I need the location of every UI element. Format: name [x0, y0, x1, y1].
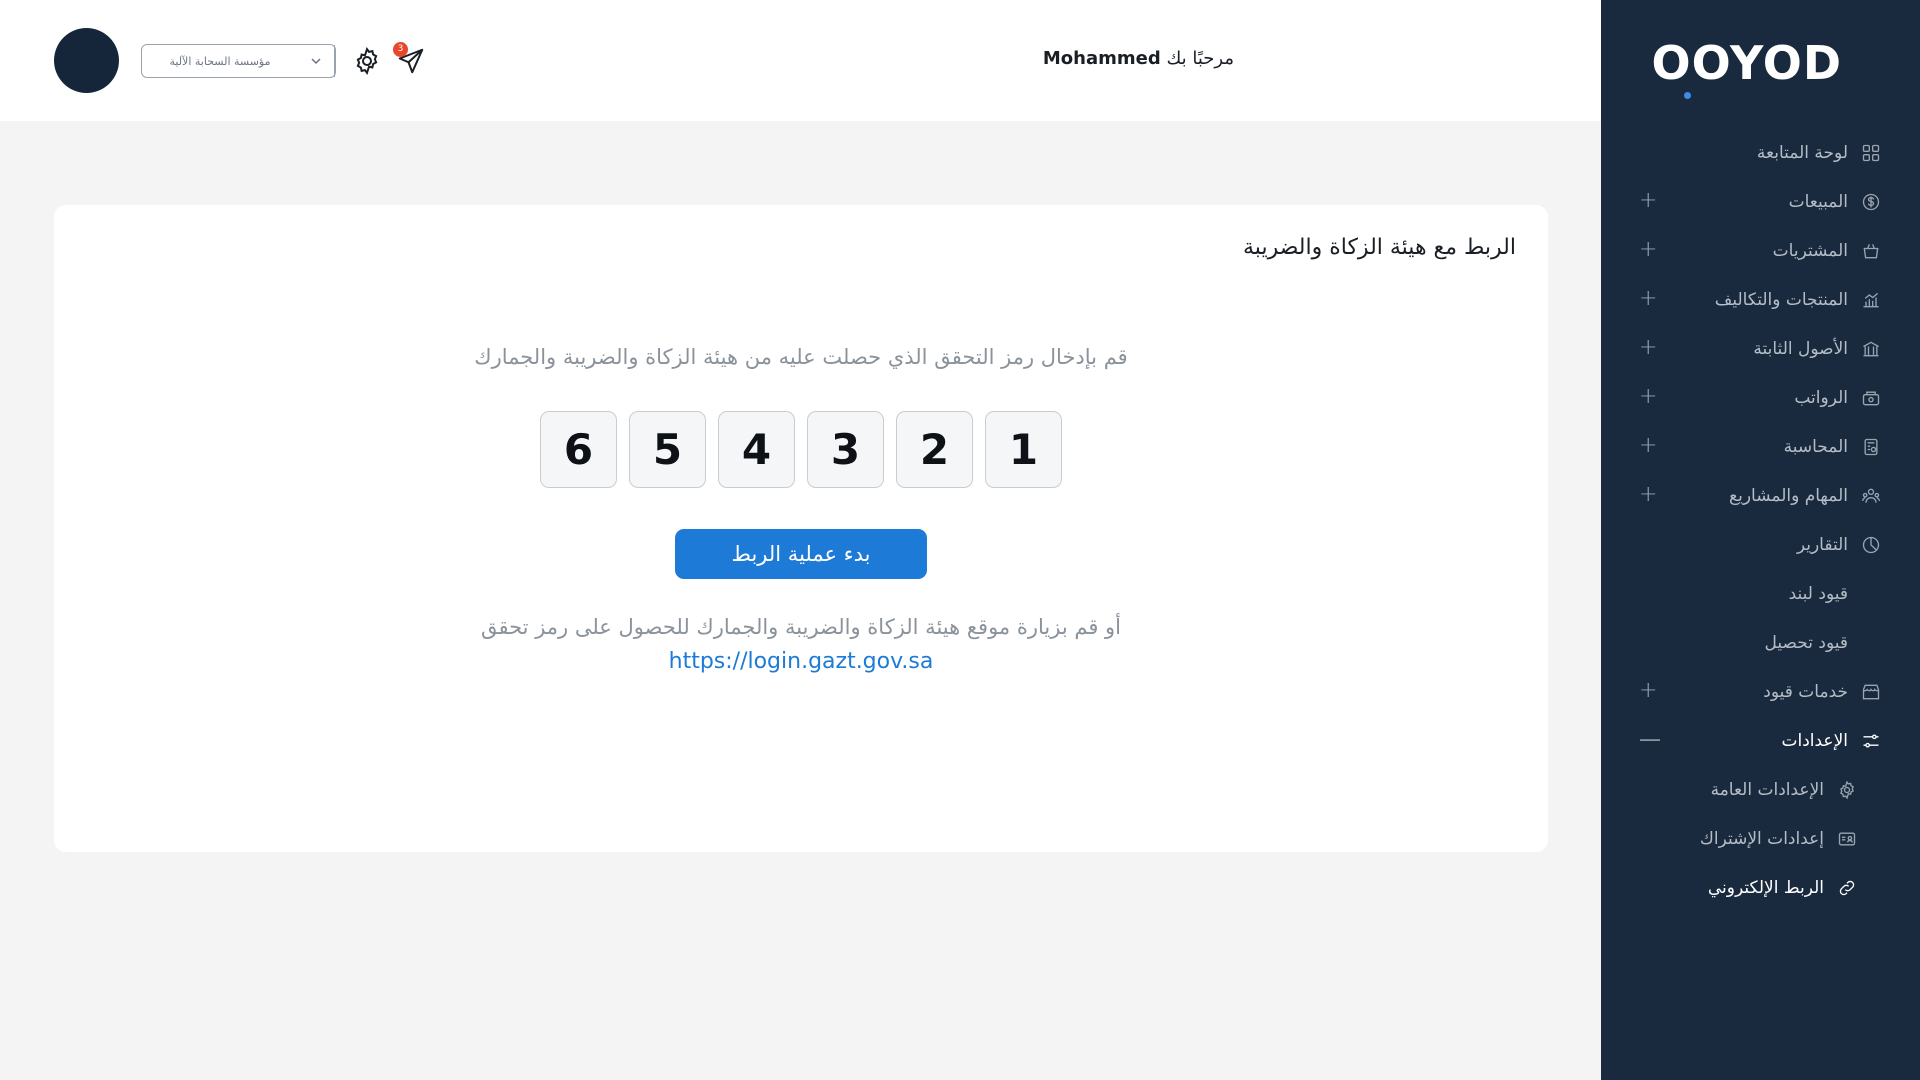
top-header: مؤسسة السحابة الآلية 3 مرحبًا بك Mohamme… [0, 0, 1601, 121]
sidebar-subitem-label: الربط الإلكتروني [1707, 877, 1824, 898]
page-title: الربط مع هيئة الزكاة والضريبة [1243, 235, 1516, 260]
products-icon [1860, 289, 1882, 311]
plus-icon[interactable]: + [1639, 189, 1657, 213]
user-name: Mohammed [1042, 48, 1161, 69]
otp-digit-1[interactable]: 1 [985, 411, 1062, 488]
store-icon [1860, 681, 1882, 703]
sidebar-subitem-e-integration[interactable]: الربط الإلكتروني [1601, 863, 1920, 912]
building-icon [1860, 338, 1882, 360]
sidebar-item-accounting[interactable]: المحاسبة + [1601, 422, 1920, 471]
id-card-icon [1836, 828, 1858, 850]
sidebar-item-label: قيود لبند [1788, 583, 1848, 604]
sidebar-item-reports[interactable]: التقارير [1601, 520, 1920, 569]
sidebar-item-salaries[interactable]: الرواتب + [1601, 373, 1920, 422]
chevron-down-icon[interactable] [298, 45, 335, 77]
zatca-connection-card: الربط مع هيئة الزكاة والضريبة قم بإدخال … [54, 205, 1548, 852]
plus-icon[interactable]: + [1639, 287, 1657, 311]
sidebar-subitem-label: الإعدادات العامة [1710, 779, 1824, 800]
sidebar-item-label: الأصول الثابتة [1753, 338, 1848, 359]
zatca-login-link-row: https://login.gazt.gov.sa [54, 649, 1548, 674]
sidebar-item-label: الإعدادات [1781, 730, 1848, 751]
sidebar-item-dashboard[interactable]: لوحة المتابعة [1601, 128, 1920, 177]
sidebar-item-sales[interactable]: المبيعات + [1601, 177, 1920, 226]
salary-icon [1860, 387, 1882, 409]
dashboard-icon [1860, 142, 1882, 164]
start-connection-button[interactable]: بدء عملية الربط [675, 529, 927, 579]
gear-icon [1836, 779, 1858, 801]
sidebar-item-fixed-assets[interactable]: الأصول الثابتة + [1601, 324, 1920, 373]
plus-icon[interactable]: + [1639, 434, 1657, 458]
sidebar-subitem-general-settings[interactable]: الإعدادات العامة [1601, 765, 1920, 814]
sidebar-item-label: المبيعات [1788, 191, 1848, 212]
otp-digit-5[interactable]: 5 [629, 411, 706, 488]
organization-select-value: مؤسسة السحابة الآلية [169, 54, 271, 68]
welcome-message: مرحبًا بك Mohammed [1043, 48, 1234, 69]
logo-text: OOYOD [1651, 36, 1842, 90]
plus-icon[interactable]: + [1639, 385, 1657, 409]
sidebar-subitem-label: إعدادات الإشتراك [1699, 828, 1824, 849]
sidebar-item-purchases[interactable]: المشتريات + [1601, 226, 1920, 275]
brand-logo[interactable]: OOYOD [1651, 36, 1842, 99]
welcome-prefix: مرحبًا بك [1166, 48, 1234, 69]
gear-icon[interactable] [352, 46, 382, 76]
sidebar-item-qoyod-collection[interactable]: قيود تحصيل [1601, 618, 1920, 667]
alternative-instruction: أو قم بزيارة موقع هيئة الزكاة والضريبة و… [480, 615, 1122, 639]
sidebar-item-label: لوحة المتابعة [1756, 142, 1848, 163]
sidebar-item-label: المحاسبة [1783, 436, 1848, 457]
sidebar: OOYOD لوحة المتابعة المبيعات + المشتريات… [1601, 0, 1920, 1080]
plus-icon[interactable]: + [1639, 679, 1657, 703]
otp-digit-4[interactable]: 4 [718, 411, 795, 488]
sidebar-item-tasks-projects[interactable]: المهام والمشاريع + [1601, 471, 1920, 520]
plus-icon[interactable]: + [1639, 336, 1657, 360]
sidebar-item-settings[interactable]: الإعدادات — [1601, 716, 1920, 765]
zatca-login-link[interactable]: https://login.gazt.gov.sa [669, 649, 934, 674]
plus-icon[interactable]: + [1639, 483, 1657, 507]
chart-icon [1860, 534, 1882, 556]
notification-badge: 3 [393, 42, 408, 57]
sidebar-item-qoyod-services[interactable]: خدمات قيود + [1601, 667, 1920, 716]
logo-dot [1684, 92, 1692, 99]
sidebar-item-label: المنتجات والتكاليف [1714, 289, 1848, 310]
sidebar-item-label: خدمات قيود [1763, 681, 1848, 702]
sidebar-subitem-subscription-settings[interactable]: إعدادات الإشتراك [1601, 814, 1920, 863]
sidebar-nav: لوحة المتابعة المبيعات + المشتريات + الم… [1601, 128, 1920, 912]
otp-digit-2[interactable]: 2 [896, 411, 973, 488]
sliders-icon [1860, 730, 1882, 752]
plus-icon[interactable]: + [1639, 238, 1657, 262]
basket-icon [1860, 240, 1882, 262]
collapse-icon[interactable]: — [1639, 728, 1661, 752]
team-icon [1860, 485, 1882, 507]
sidebar-item-products[interactable]: المنتجات والتكاليف + [1601, 275, 1920, 324]
otp-instruction: قم بإدخال رمز التحقق الذي حصلت عليه من ه… [474, 345, 1128, 369]
otp-digit-3[interactable]: 3 [807, 411, 884, 488]
dollar-icon [1860, 191, 1882, 213]
sidebar-item-label: المشتريات [1772, 240, 1848, 261]
avatar[interactable] [54, 28, 119, 93]
accounting-icon [1860, 436, 1882, 458]
otp-input-group: 6 5 4 3 2 1 [540, 411, 1062, 488]
organization-select[interactable]: مؤسسة السحابة الآلية [141, 44, 336, 78]
sidebar-item-label: المهام والمشاريع [1729, 485, 1848, 506]
sidebar-item-label: الرواتب [1794, 387, 1848, 408]
otp-digit-6[interactable]: 6 [540, 411, 617, 488]
sidebar-item-label: التقارير [1796, 534, 1848, 555]
link-icon [1836, 877, 1858, 899]
sidebar-item-qoyod-band[interactable]: قيود لبند [1601, 569, 1920, 618]
sidebar-item-label: قيود تحصيل [1764, 632, 1848, 653]
